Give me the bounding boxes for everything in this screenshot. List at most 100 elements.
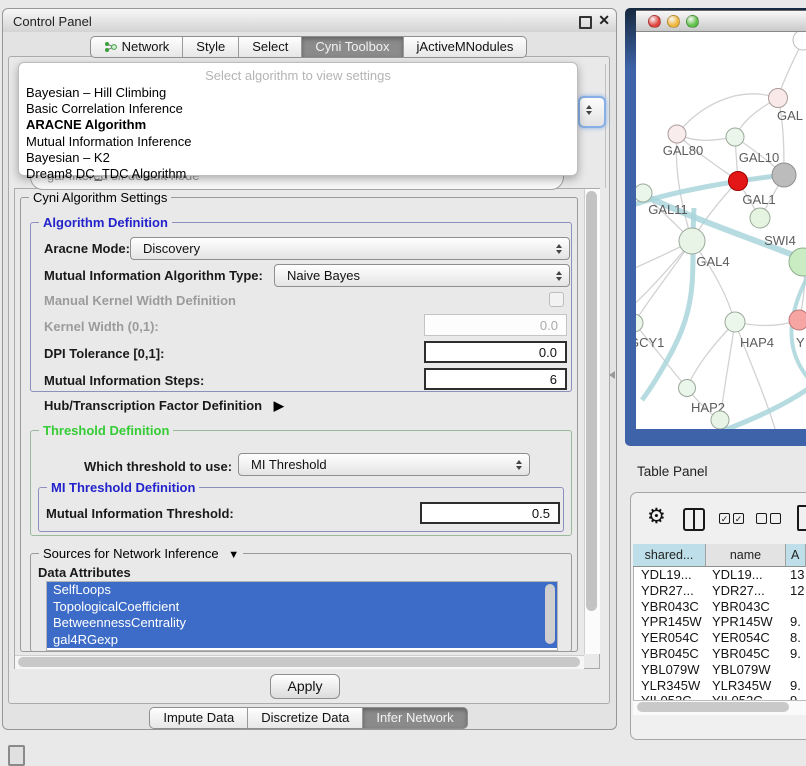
mi-type-value: Naive Bayes <box>287 268 360 283</box>
tab-discretize-data[interactable]: Discretize Data <box>247 707 362 729</box>
network-node[interactable] <box>750 208 770 228</box>
network-node[interactable] <box>679 228 705 254</box>
checked-columns-icon[interactable]: ✓ ✓ <box>719 513 744 524</box>
gear-icon[interactable]: ⚙ <box>647 504 666 529</box>
aracne-mode-combobox[interactable]: Discovery <box>130 237 570 260</box>
algorithm-option[interactable]: Bayesian – Hill Climbing <box>19 85 577 101</box>
which-threshold-combobox[interactable]: MI Threshold <box>238 453 530 476</box>
apply-button[interactable]: Apply <box>270 674 340 699</box>
table-cell: YER054C <box>633 630 705 646</box>
table-row[interactable]: YBR043CYBR043C <box>633 599 806 615</box>
sources-collapse-icon[interactable]: ▼ <box>228 549 239 561</box>
column-header-clipped[interactable]: A <box>786 544 806 567</box>
algorithm-option[interactable]: Bayesian – K2 <box>19 150 577 166</box>
network-node[interactable] <box>679 380 696 397</box>
network-node-label: Y <box>796 335 805 350</box>
network-node-label: GCY1 <box>636 335 664 350</box>
unchecked-columns-icon[interactable] <box>756 513 781 524</box>
zoom-traffic-icon[interactable] <box>686 15 699 28</box>
table-row[interactable]: YBR045CYBR045C9. <box>633 646 806 662</box>
algorithm-option[interactable]: Basic Correlation Inference <box>19 101 577 117</box>
network-edge[interactable] <box>677 94 778 134</box>
network-node[interactable] <box>772 163 796 187</box>
table-row[interactable]: YIL052CYIL052C9 <box>633 693 806 700</box>
tab-impute-data[interactable]: Impute Data <box>149 707 247 729</box>
attribute-list-item[interactable]: gal4RGexp <box>47 632 557 649</box>
table-horizontal-scrollbar-thumb[interactable] <box>637 702 789 712</box>
tab-jactivemnodules[interactable]: jActiveMNodules <box>403 36 528 58</box>
tab-network[interactable]: Network <box>90 36 183 58</box>
groupbox-edge-fragment <box>605 64 606 188</box>
table-row[interactable]: YDL19...YDL19...13 <box>633 567 806 583</box>
table-cell: YIL052C <box>633 693 705 700</box>
threshold-definition-title: Threshold Definition <box>39 423 173 438</box>
algorithm-option[interactable]: Mutual Information Inference <box>19 134 577 150</box>
attribute-list-item[interactable]: SelfLoops <box>47 582 557 599</box>
tab-infer-network[interactable]: Infer Network <box>362 707 467 729</box>
network-node[interactable] <box>725 312 745 332</box>
attribute-list-item[interactable]: BetweennessCentrality <box>47 615 557 632</box>
network-node[interactable] <box>726 128 744 146</box>
split-columns-icon[interactable] <box>683 508 705 531</box>
column-header-name[interactable]: name <box>706 544 786 567</box>
mi-type-combobox[interactable]: Naive Bayes <box>274 264 570 287</box>
network-edge[interactable] <box>636 241 692 323</box>
table-row[interactable]: YER054CYER054C8. <box>633 630 806 646</box>
minimize-traffic-icon[interactable] <box>667 15 680 28</box>
network-canvas[interactable]: GALGAL80GAL10GAL1GAL11SWI4GAL4GCY1HAP4YH… <box>636 32 806 429</box>
network-window-titlebar[interactable] <box>636 10 806 32</box>
network-view-window[interactable]: GALGAL80GAL10GAL1GAL11SWI4GAL4GCY1HAP4YH… <box>625 8 806 446</box>
network-node[interactable] <box>668 125 686 143</box>
attribute-list-item[interactable]: TopologicalCoefficient <box>47 599 557 616</box>
network-node[interactable] <box>789 310 806 330</box>
network-node[interactable] <box>769 89 788 108</box>
algorithm-option[interactable]: Dream8 DC_TDC Algorithm <box>19 166 577 182</box>
table-cell: YDL19... <box>633 567 705 583</box>
sources-group-title[interactable]: Sources for Network Inference ▼ <box>39 546 243 561</box>
algorithm-option[interactable]: ARACNE Algorithm <box>19 117 577 133</box>
float-window-icon[interactable] <box>579 16 592 29</box>
horizontal-scrollbar-thumb[interactable] <box>18 657 580 667</box>
hub-definition-toggle[interactable]: Hub/Transcription Factor Definition ▶ <box>44 398 284 414</box>
table-cell: YBL079W <box>633 662 705 678</box>
manual-kernel-checkbox[interactable] <box>549 292 564 307</box>
network-edge[interactable] <box>687 322 735 388</box>
mi-type-label: Mutual Information Algorithm Type: <box>44 268 263 283</box>
tab-style[interactable]: Style <box>182 36 238 58</box>
attributes-scrollbar-thumb[interactable] <box>545 584 555 644</box>
mini-panel-icon[interactable] <box>8 745 25 766</box>
splitter-arrow-icon[interactable] <box>609 371 615 379</box>
table-row[interactable]: YPR145WYPR145W9. <box>633 614 806 630</box>
network-node[interactable] <box>636 314 643 332</box>
network-node[interactable] <box>793 32 806 50</box>
mi-steps-value: 6 <box>550 372 557 387</box>
network-icon <box>104 41 117 53</box>
data-attributes-label: Data Attributes <box>38 565 131 580</box>
network-node-label: HAP4 <box>740 335 774 350</box>
table-row[interactable]: YDR27...YDR27...12 <box>633 583 806 599</box>
tab-cyni-toolbox[interactable]: Cyni Toolbox <box>301 36 402 58</box>
mi-threshold-field[interactable]: 0.5 <box>420 502 560 524</box>
tab-select[interactable]: Select <box>238 36 301 58</box>
table-cell: YBR045C <box>705 646 785 662</box>
vertical-scrollbar-thumb[interactable] <box>586 191 597 611</box>
network-node[interactable] <box>729 172 748 191</box>
close-icon[interactable]: ✕ <box>598 12 610 29</box>
combo-arrows-icon <box>516 460 522 470</box>
data-attributes-list[interactable]: SelfLoopsTopologicalCoefficientBetweenne… <box>46 581 558 651</box>
mi-steps-field[interactable]: 6 <box>424 368 567 390</box>
kernel-width-field[interactable]: 0.0 <box>424 314 567 336</box>
table-row[interactable]: YLR345WYLR345W9. <box>633 678 806 694</box>
document-icon[interactable] <box>797 505 806 531</box>
cyni-settings-group-title: Cyni Algorithm Settings <box>29 190 171 205</box>
hub-expand-icon[interactable]: ▶ <box>274 398 284 414</box>
network-node[interactable] <box>636 184 652 202</box>
dpi-tolerance-field[interactable]: 0.0 <box>424 341 567 363</box>
network-edge-thick[interactable] <box>720 382 806 429</box>
algorithm-combobox-fragment[interactable] <box>578 96 606 128</box>
table-row[interactable]: YBL079WYBL079W <box>633 662 806 678</box>
close-traffic-icon[interactable] <box>648 15 661 28</box>
network-canvas-svg: GALGAL80GAL10GAL1GAL11SWI4GAL4GCY1HAP4YH… <box>636 32 806 429</box>
column-header-shared[interactable]: shared... <box>633 544 706 567</box>
network-node[interactable] <box>711 411 729 429</box>
